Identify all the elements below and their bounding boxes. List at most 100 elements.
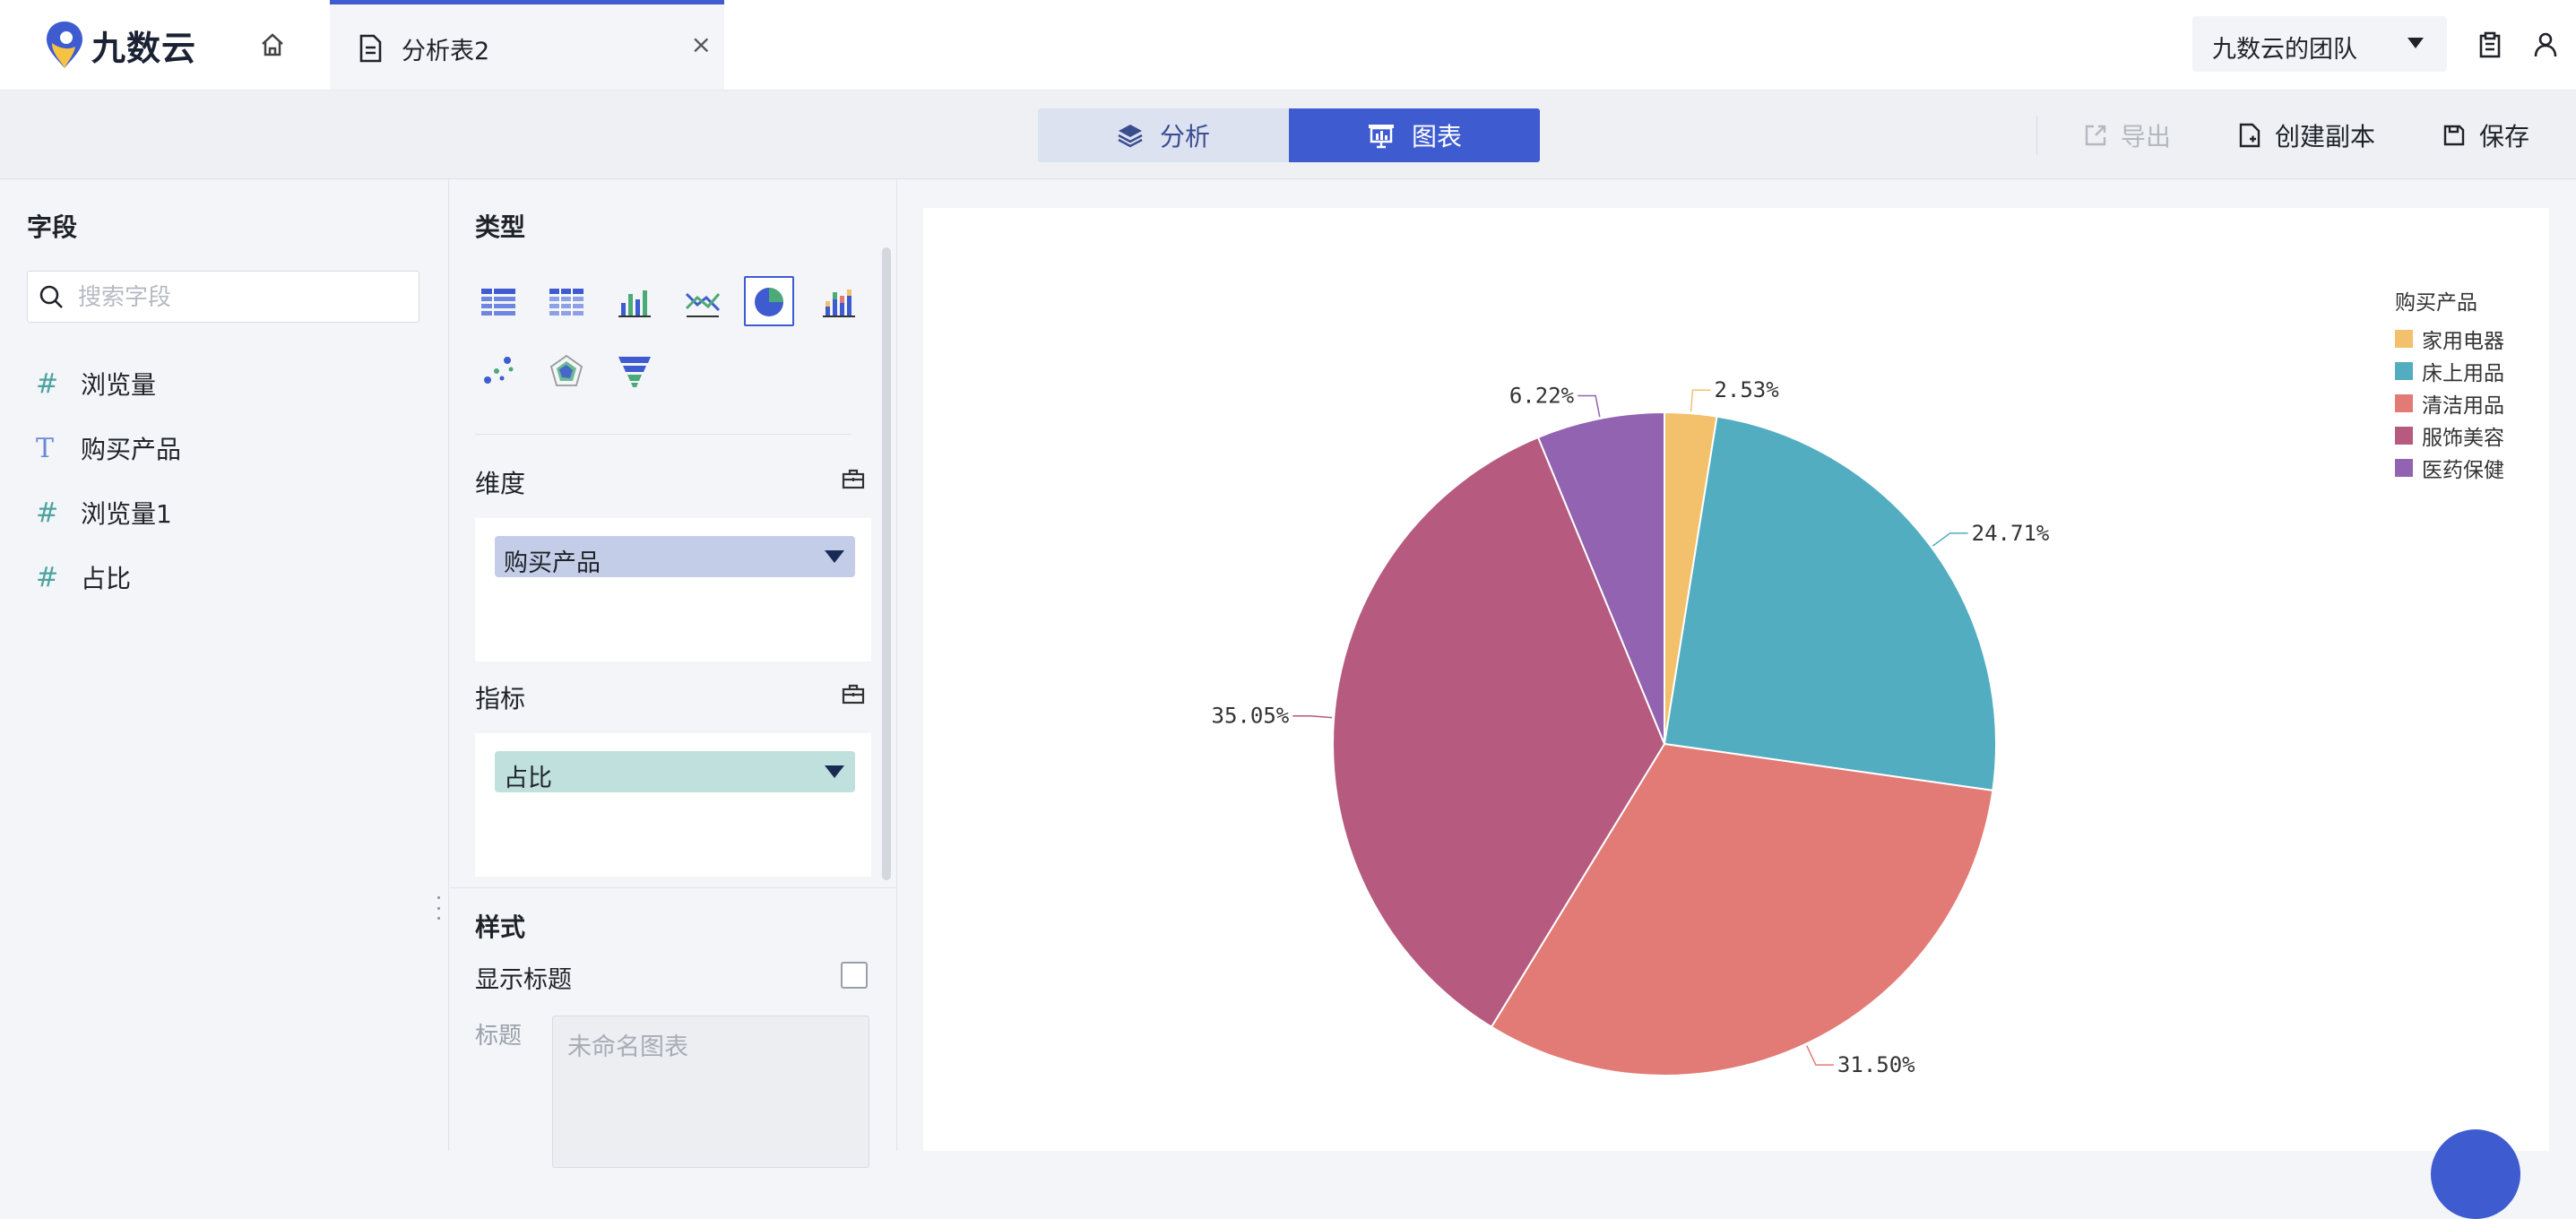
number-type-icon: #	[36, 561, 59, 593]
radar-icon[interactable]	[541, 346, 592, 396]
number-type-icon: #	[36, 367, 59, 400]
close-icon[interactable]: ×	[691, 30, 712, 59]
legend-item[interactable]: 医药保健	[2395, 452, 2504, 484]
stacked-bar-icon[interactable]	[814, 278, 864, 328]
legend-title: 购买产品	[2395, 291, 2477, 315]
chart-card	[923, 208, 2549, 1151]
logo[interactable]: 九数云	[45, 18, 196, 72]
legend-swatch	[2395, 427, 2413, 445]
legend-swatch	[2395, 330, 2413, 348]
field-item-pageviews[interactable]: # 浏览量	[36, 361, 412, 406]
bar-chart-icon[interactable]	[609, 278, 660, 328]
copy-file-icon	[2239, 123, 2260, 148]
export-label: 导出	[2121, 122, 2172, 151]
home-button[interactable]	[255, 27, 290, 63]
clipboard-icon	[2479, 31, 2501, 58]
analysis-toggle-button[interactable]: 分析	[1038, 108, 1289, 162]
sub-toolbar: 分析 图表 导出 创建副本 保存	[0, 91, 2576, 179]
config-scrollbar[interactable]	[882, 247, 891, 880]
toolbox-icon[interactable]	[841, 681, 868, 708]
crosstab-icon[interactable]	[541, 278, 592, 328]
fields-title: 字段	[27, 212, 78, 242]
number-type-icon: #	[36, 497, 59, 529]
chevron-down-icon	[2407, 38, 2424, 48]
team-label: 九数云的团队	[2212, 36, 2357, 64]
type-title: 类型	[475, 212, 526, 242]
legend-item[interactable]: 清洁用品	[2395, 387, 2504, 419]
save-icon	[2443, 125, 2465, 146]
search-icon	[39, 285, 63, 308]
caret-down-icon[interactable]	[825, 765, 844, 778]
dimension-pill[interactable]: 购买产品	[495, 536, 855, 577]
scatter-icon[interactable]	[473, 346, 523, 396]
help-fab-button[interactable]	[2431, 1129, 2520, 1219]
legend-label: 床上用品	[2422, 362, 2504, 385]
show-title-label: 显示标题	[475, 966, 572, 994]
dimension-drop-zone[interactable]: 购买产品	[475, 518, 871, 661]
legend-swatch	[2395, 394, 2413, 412]
field-label: 占比	[81, 564, 132, 593]
funnel-icon[interactable]	[609, 346, 660, 396]
field-label: 浏览量	[81, 370, 157, 400]
legend-label: 家用电器	[2422, 330, 2504, 353]
legend-item[interactable]: 服饰美容	[2395, 419, 2504, 452]
legend-swatch	[2395, 459, 2413, 477]
user-button[interactable]	[2528, 27, 2563, 63]
field-item-product[interactable]: T 购买产品	[36, 426, 412, 471]
field-search[interactable]	[27, 271, 419, 323]
chart-title-input[interactable]	[566, 1025, 856, 1146]
panel-resize-handle[interactable]	[437, 896, 443, 920]
top-bar: 九数云 分析表2 × 九数云的团队	[0, 0, 2576, 91]
field-label: 购买产品	[81, 435, 182, 464]
user-icon	[2534, 32, 2557, 57]
dimension-pill-label: 购买产品	[504, 549, 601, 577]
chart-label: 图表	[1411, 122, 1462, 151]
line-chart-icon[interactable]	[678, 278, 728, 328]
field-panel: 字段 # 浏览量 T 购买产品 # 浏览量1 # 占比	[0, 179, 449, 1151]
section-divider	[475, 434, 851, 435]
legend-label: 服饰美容	[2422, 427, 2504, 450]
export-button[interactable]: 导出	[2083, 116, 2171, 155]
chart-legend: 购买产品 家用电器床上用品清洁用品服饰美容医药保健	[2395, 285, 2504, 484]
chart-toggle-button[interactable]: 图表	[1289, 108, 1540, 162]
title-field-label: 标题	[475, 1023, 523, 1050]
logo-text: 九数云	[91, 28, 197, 68]
caret-down-icon[interactable]	[825, 550, 844, 563]
layers-icon	[1118, 125, 1143, 148]
home-icon	[262, 33, 283, 56]
tab-analysis-table[interactable]: 分析表2 ×	[330, 0, 724, 90]
field-item-pageviews1[interactable]: # 浏览量1	[36, 490, 412, 535]
document-icon	[359, 34, 382, 63]
team-selector[interactable]: 九数云的团队	[2192, 16, 2447, 72]
logo-icon	[47, 22, 82, 68]
save-label: 保存	[2479, 122, 2530, 151]
style-section: 样式 显示标题 标题	[450, 887, 896, 1168]
table-icon[interactable]	[473, 278, 523, 328]
clipboard-button[interactable]	[2472, 27, 2508, 63]
create-copy-label: 创建副本	[2275, 122, 2376, 151]
metric-title: 指标	[475, 684, 526, 713]
search-input[interactable]	[76, 279, 411, 316]
analysis-label: 分析	[1159, 122, 1210, 151]
field-item-ratio[interactable]: # 占比	[36, 555, 412, 600]
field-label: 浏览量1	[81, 499, 172, 529]
metric-pill-label: 占比	[504, 765, 552, 792]
presentation-chart-icon	[1368, 125, 1394, 149]
title-input-box[interactable]	[552, 1016, 869, 1168]
toolbox-icon[interactable]	[841, 466, 868, 493]
metric-drop-zone[interactable]: 占比	[475, 733, 871, 877]
text-type-icon: T	[36, 432, 55, 464]
save-button[interactable]: 保存	[2442, 116, 2529, 155]
metric-pill[interactable]: 占比	[495, 751, 855, 792]
legend-swatch	[2395, 362, 2413, 380]
legend-item[interactable]: 床上用品	[2395, 355, 2504, 387]
pie-chart-icon[interactable]	[744, 276, 794, 326]
legend-label: 医药保健	[2422, 459, 2504, 482]
create-copy-button[interactable]: 创建副本	[2237, 116, 2375, 155]
export-icon	[2085, 125, 2106, 146]
show-title-checkbox[interactable]	[841, 962, 868, 989]
legend-label: 清洁用品	[2422, 394, 2504, 418]
style-title: 样式	[475, 912, 526, 942]
legend-item[interactable]: 家用电器	[2395, 323, 2504, 355]
toolbar-divider	[2036, 116, 2037, 155]
